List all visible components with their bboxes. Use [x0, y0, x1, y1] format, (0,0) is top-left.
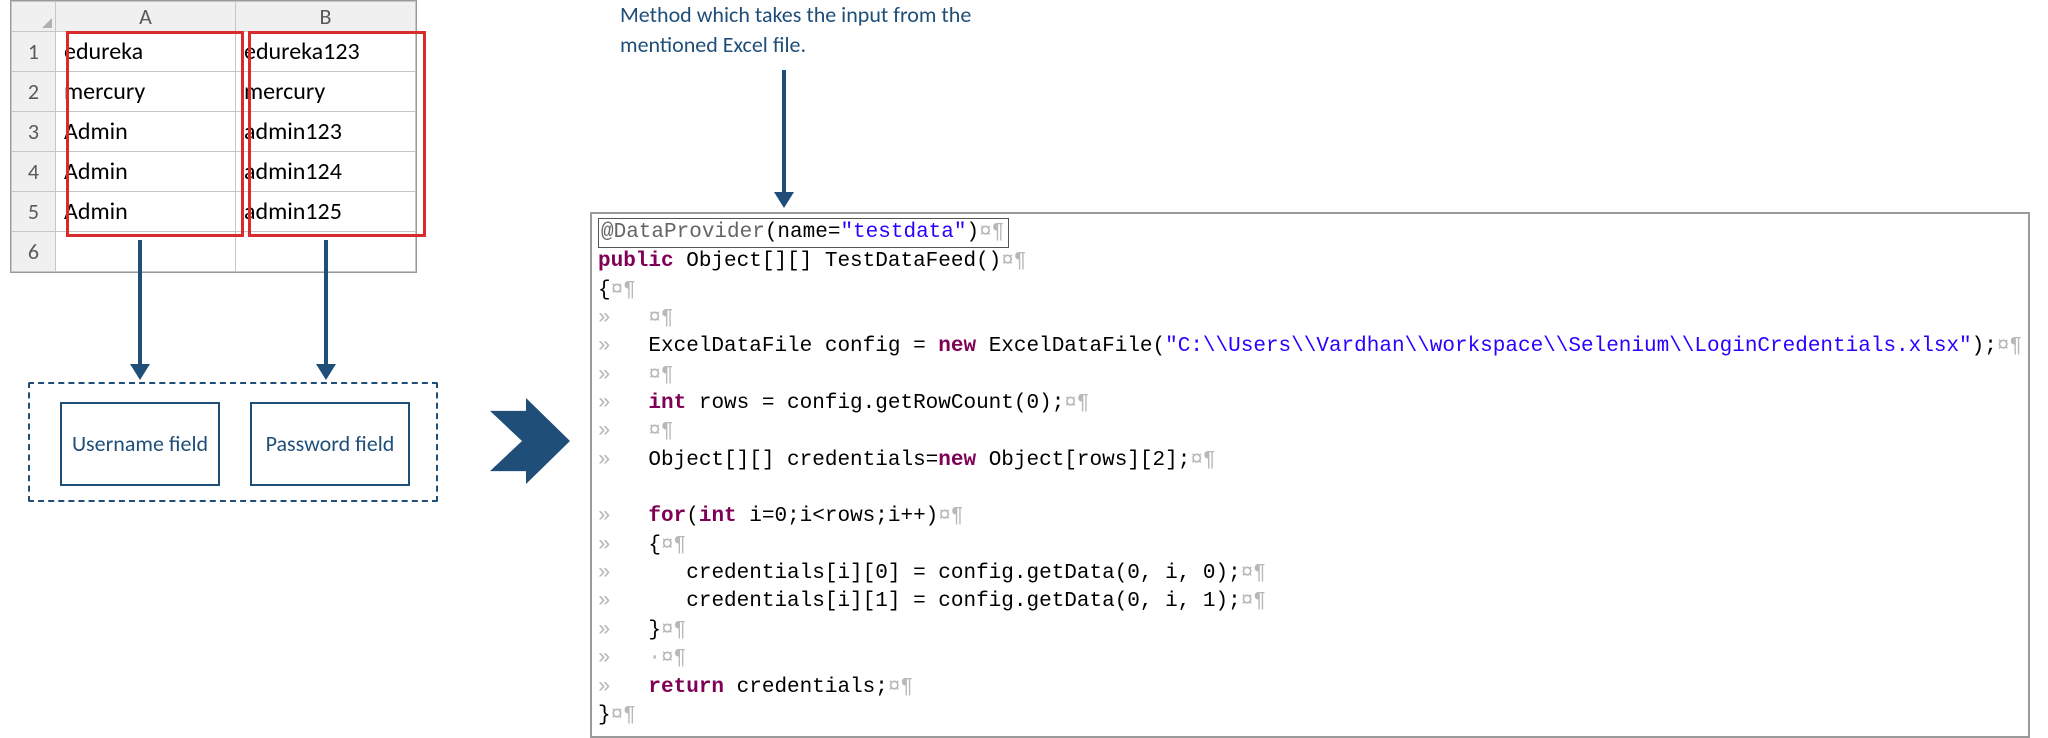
select-all-corner[interactable]	[12, 2, 56, 32]
cell-a1[interactable]: edureka	[56, 32, 236, 72]
row-header-5[interactable]: 5	[12, 192, 56, 232]
col-header-a[interactable]: A	[56, 2, 236, 32]
password-field-box: Password field	[250, 402, 410, 486]
cell-b5[interactable]: admin125	[236, 192, 416, 232]
row-header-3[interactable]: 3	[12, 112, 56, 152]
fields-group-outline: Username field Password field	[28, 382, 438, 502]
col-header-b[interactable]: B	[236, 2, 416, 32]
cell-a2[interactable]: mercury	[56, 72, 236, 112]
cell-b4[interactable]: admin124	[236, 152, 416, 192]
row-header-6[interactable]: 6	[12, 232, 56, 272]
big-arrow-icon	[490, 398, 570, 484]
row-header-2[interactable]: 2	[12, 72, 56, 112]
cell-a5[interactable]: Admin	[56, 192, 236, 232]
row-header-4[interactable]: 4	[12, 152, 56, 192]
cell-a3[interactable]: Admin	[56, 112, 236, 152]
cell-a4[interactable]: Admin	[56, 152, 236, 192]
cell-b2[interactable]: mercury	[236, 72, 416, 112]
excel-table: A B 1 edureka edureka123 2 mercury mercu…	[11, 1, 416, 272]
cell-b3[interactable]: admin123	[236, 112, 416, 152]
code-text: @DataProvider(name="testdata")¤¶ public …	[598, 218, 2022, 730]
row-header-1[interactable]: 1	[12, 32, 56, 72]
cell-b1[interactable]: edureka123	[236, 32, 416, 72]
excel-table-wrap: A B 1 edureka edureka123 2 mercury mercu…	[10, 0, 417, 273]
username-field-box: Username field	[60, 402, 220, 486]
cell-a6[interactable]	[56, 232, 236, 272]
arrow-caption-to-code	[782, 70, 786, 194]
method-caption: Method which takes the input from the me…	[620, 0, 1020, 59]
code-snippet: @DataProvider(name="testdata")¤¶ public …	[590, 212, 2030, 738]
